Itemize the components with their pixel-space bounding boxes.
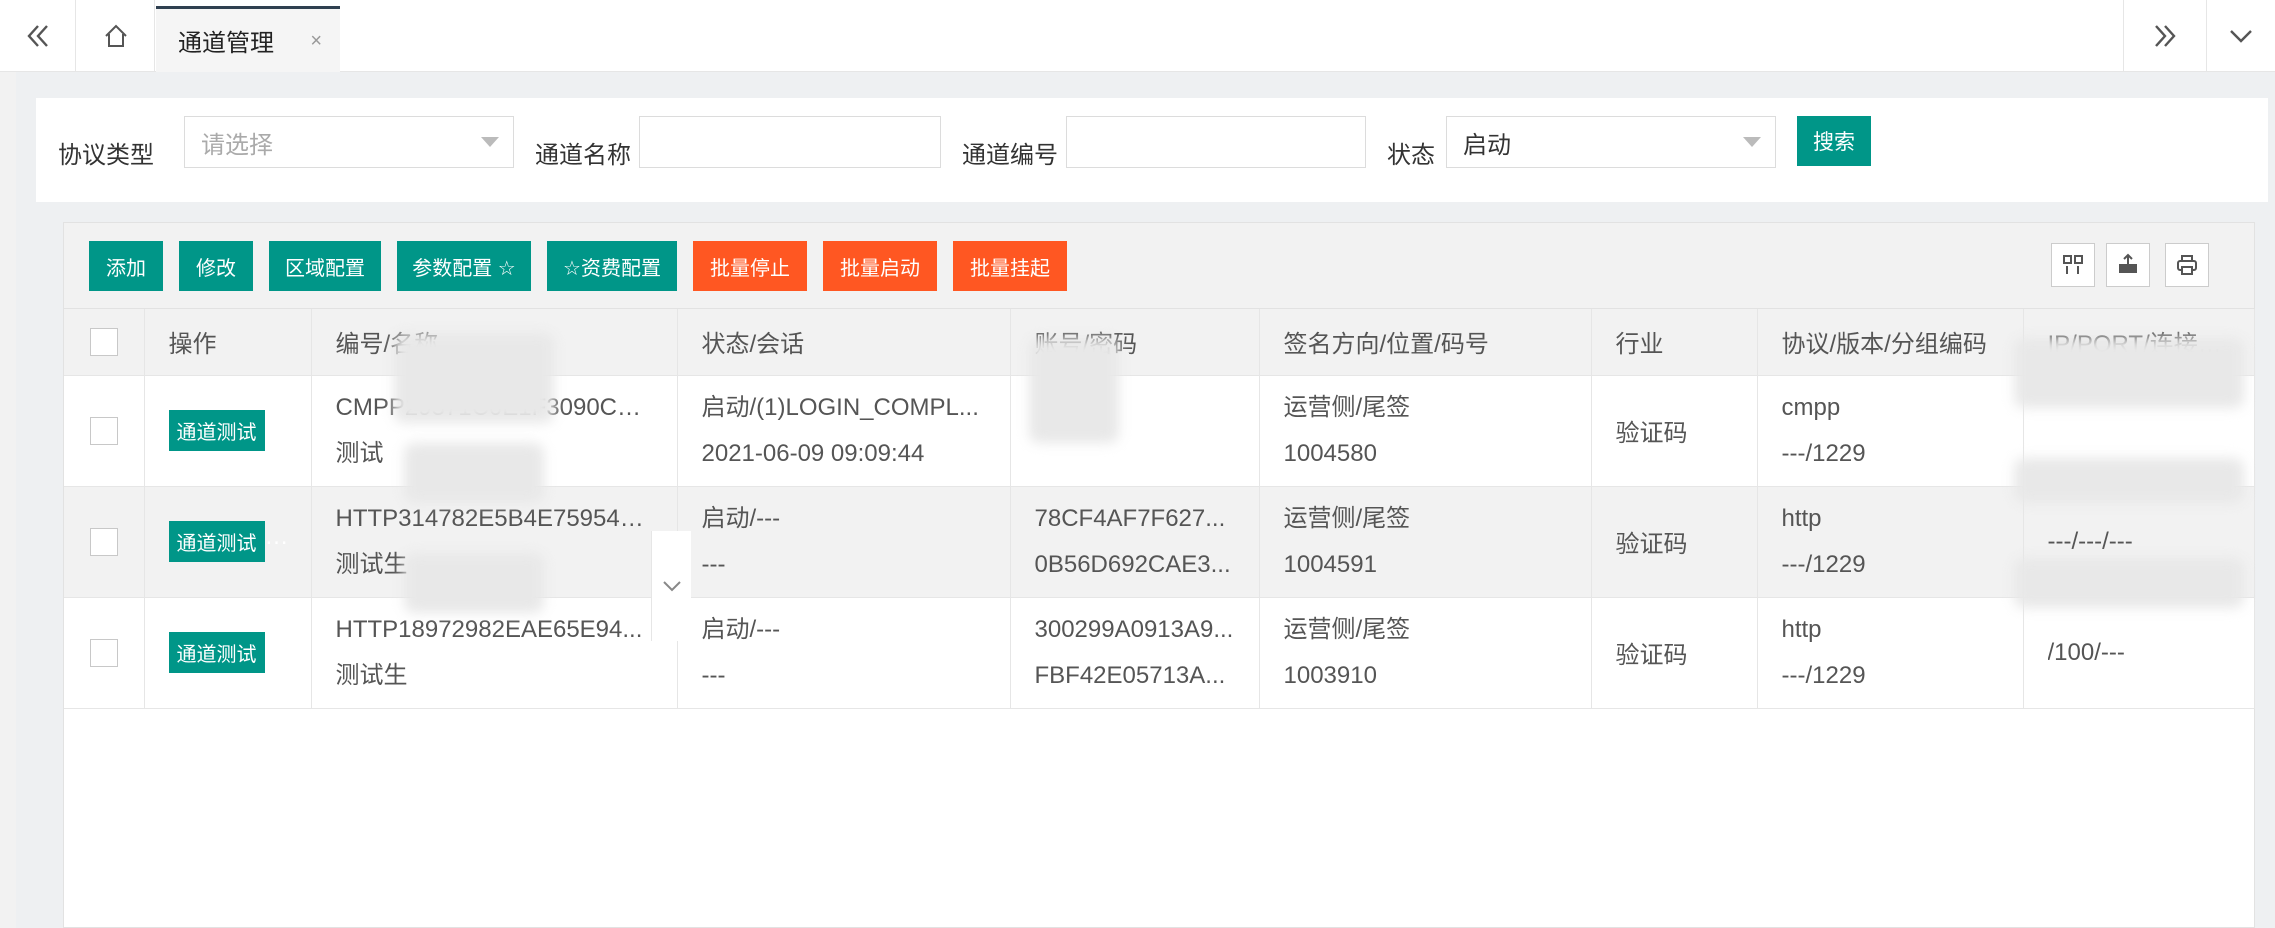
channel-test-button[interactable]: 通道测试 <box>168 632 265 673</box>
add-button[interactable]: 添加 <box>89 241 163 291</box>
chevron-down-icon[interactable] <box>2207 0 2275 72</box>
table-header: 操作 编号/名称 状态/会话 账号/密码 签名方向/位置/码号 行业 协议/版本… <box>64 309 2255 376</box>
edit-button[interactable]: 修改 <box>179 241 253 291</box>
channel-status: 启动/--- <box>701 615 781 643</box>
channel-session: --- <box>701 550 726 578</box>
row-checkbox[interactable] <box>89 527 118 556</box>
tab-label: 通道管理 <box>178 30 274 57</box>
col-status: 状态/会话 <box>677 309 1011 376</box>
double-chevron-right-icon[interactable] <box>2123 0 2207 72</box>
channel-account: 300299A0913A9... <box>1034 615 1234 643</box>
tab-bar: 通道管理 × <box>0 0 2275 72</box>
redaction-blur <box>394 333 554 423</box>
redaction-blur <box>2014 558 2244 608</box>
col-action: 操作 <box>144 309 312 376</box>
caret-down-icon <box>1743 137 1761 147</box>
channel-industry: 验证码 <box>1591 597 1758 709</box>
table-row[interactable]: 通道测试… HTTP314782E5B4E759543...测试生 启动/---… <box>64 486 2255 598</box>
export-icon[interactable] <box>2106 243 2150 287</box>
table-toolbar: 添加 修改 区域配置 参数配置 ☆ ☆资费配置 批量停止 批量启动 批量挂起 <box>64 223 2254 309</box>
status-label: 状态 <box>1387 142 1435 169</box>
main-panel: 协议类型 请选择 通道名称 通道编号 状态 启动 搜索 添加 修改 区域配置 参… <box>16 72 2275 928</box>
region-config-button[interactable]: 区域配置 <box>269 241 381 291</box>
tab-channel-management[interactable]: 通道管理 × <box>156 6 340 72</box>
double-chevron-left-icon[interactable] <box>0 0 76 72</box>
channel-code: 1003910 <box>1283 661 1377 689</box>
col-sign: 签名方向/位置/码号 <box>1259 309 1592 376</box>
channel-version: ---/1229 <box>1781 550 1866 578</box>
protocol-placeholder: 请选择 <box>201 131 273 159</box>
select-all-checkbox[interactable] <box>89 328 118 357</box>
channel-sign: 运营侧/尾签 <box>1283 615 1411 643</box>
channel-session: 2021-06-09 09:09:44 <box>701 439 925 467</box>
channel-code-input[interactable] <box>1066 116 1366 168</box>
channel-protocol: cmpp <box>1781 393 1841 421</box>
channel-id: HTTP18972982EAE65E94... <box>335 615 643 643</box>
channel-name: 测试生 <box>335 661 408 689</box>
redaction-blur <box>2014 338 2244 408</box>
columns-icon[interactable] <box>2051 243 2095 287</box>
caret-down-icon <box>481 137 499 147</box>
channel-account: 78CF4AF7F627... <box>1034 504 1226 532</box>
redaction-blur <box>1029 338 1119 443</box>
batch-start-button[interactable]: 批量启动 <box>823 241 937 291</box>
chevron-down-icon[interactable] <box>651 531 691 641</box>
channel-password: 0B56D692CAE3... <box>1034 550 1231 578</box>
col-industry: 行业 <box>1591 309 1758 376</box>
col-protocol: 协议/版本/分组编码 <box>1757 309 2024 376</box>
channel-protocol: http <box>1781 504 1822 532</box>
channel-test-button[interactable]: 通道测试 <box>168 410 265 451</box>
home-icon[interactable] <box>77 0 155 72</box>
channel-password: FBF42E05713A... <box>1034 661 1226 689</box>
row-checkbox[interactable] <box>89 416 118 445</box>
channel-status: 启动/--- <box>701 504 781 532</box>
channel-port: /100/--- <box>2047 638 2125 666</box>
protocol-label: 协议类型 <box>58 142 154 169</box>
channel-code: 1004591 <box>1283 550 1377 578</box>
select-all-cell <box>64 309 145 376</box>
channel-industry: 验证码 <box>1591 486 1758 598</box>
close-icon[interactable]: × <box>310 30 322 53</box>
channel-session: --- <box>701 661 726 689</box>
channel-protocol: http <box>1781 615 1822 643</box>
channel-sign: 运营侧/尾签 <box>1283 504 1411 532</box>
print-icon[interactable] <box>2165 243 2209 287</box>
batch-stop-button[interactable]: 批量停止 <box>693 241 807 291</box>
channel-version: ---/1229 <box>1781 661 1866 689</box>
code-label: 通道编号 <box>962 142 1058 169</box>
channel-table-card: 添加 修改 区域配置 参数配置 ☆ ☆资费配置 批量停止 批量启动 批量挂起 操… <box>63 222 2255 928</box>
channel-version: ---/1229 <box>1781 439 1866 467</box>
status-value: 启动 <box>1463 131 1511 159</box>
name-label: 通道名称 <box>535 142 631 169</box>
channel-table: 操作 编号/名称 状态/会话 账号/密码 签名方向/位置/码号 行业 协议/版本… <box>64 309 2255 709</box>
table-row[interactable]: 通道测试 CMPP29371C0E1F3090CA...测试 启动/(1)LOG… <box>64 375 2255 487</box>
channel-name-input[interactable] <box>639 116 941 168</box>
redaction-blur <box>2014 458 2244 503</box>
channel-industry: 验证码 <box>1591 375 1758 487</box>
redaction-blur <box>404 553 544 613</box>
redaction-blur <box>404 443 544 503</box>
protocol-select[interactable]: 请选择 <box>184 116 514 168</box>
row-checkbox[interactable] <box>89 638 118 667</box>
table-row[interactable]: 通道测试… HTTP18972982EAE65E94...测试生 启动/----… <box>64 597 2255 709</box>
channel-sign: 运营侧/尾签 <box>1283 393 1411 421</box>
param-config-button[interactable]: 参数配置 ☆ <box>397 241 531 291</box>
channel-code: 1004580 <box>1283 439 1377 467</box>
status-select[interactable]: 启动 <box>1446 116 1776 168</box>
fee-config-button[interactable]: ☆资费配置 <box>547 241 677 291</box>
channel-test-button[interactable]: 通道测试 <box>168 521 265 562</box>
channel-status: 启动/(1)LOGIN_COMPL... <box>701 393 979 421</box>
batch-hang-button[interactable]: 批量挂起 <box>953 241 1067 291</box>
search-button[interactable]: 搜索 <box>1797 116 1871 166</box>
search-form: 协议类型 请选择 通道名称 通道编号 状态 启动 搜索 <box>36 98 2268 202</box>
